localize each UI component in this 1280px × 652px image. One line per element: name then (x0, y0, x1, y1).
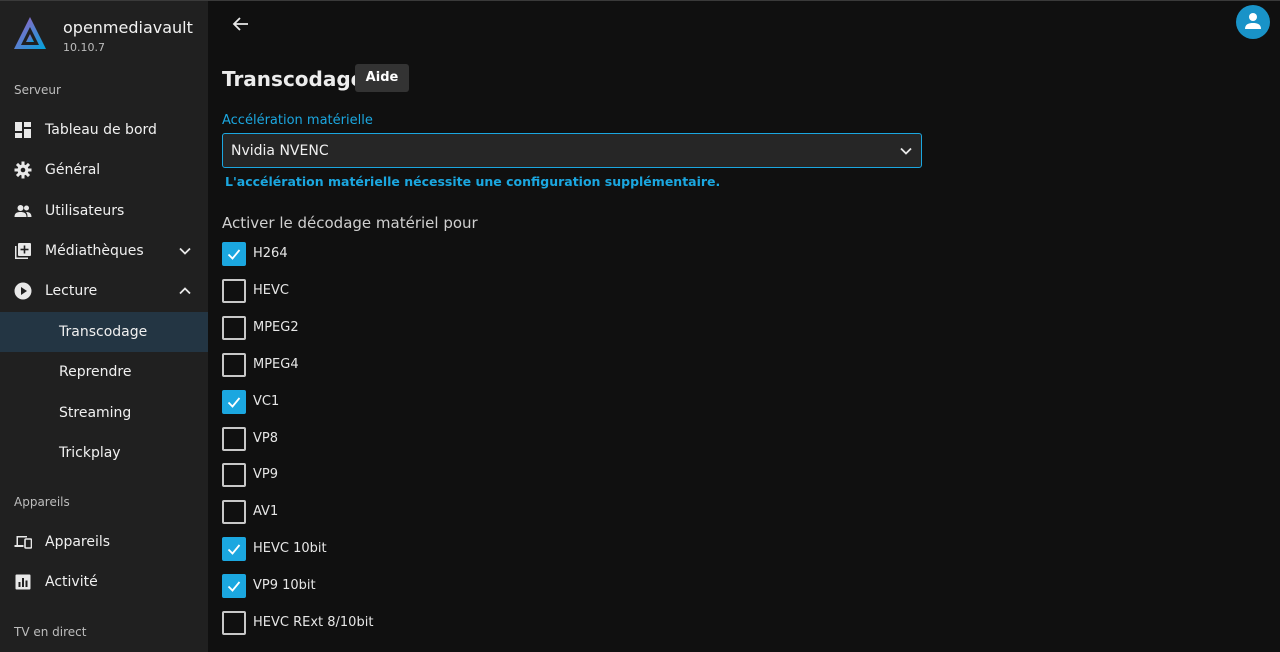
hw-accel-label: Accélération matérielle (222, 113, 373, 128)
checkbox-unchecked[interactable] (222, 315, 246, 340)
dashboard-icon (15, 122, 31, 138)
codec-label: HEVC (253, 282, 289, 298)
sidebar-item-libraries[interactable]: Médiathèques (0, 231, 208, 271)
page-title: Transcodage (222, 67, 365, 91)
codec-label: HEVC RExt 8/10bit (253, 615, 374, 630)
play-circle-icon (14, 282, 32, 300)
devices-icon (14, 536, 32, 549)
main-content: Transcodage Aide Accélération matérielle… (208, 0, 1280, 652)
codec-label: MPEG2 (253, 319, 299, 335)
codec-label: HEVC 10bit (253, 541, 327, 557)
checkbox-unchecked[interactable] (222, 426, 246, 451)
activity-chart-icon (15, 574, 31, 590)
checkbox-unchecked[interactable] (222, 463, 246, 488)
checkbox-unchecked[interactable] (222, 278, 246, 303)
codec-checkbox-row[interactable]: VP9 10bit (222, 574, 522, 599)
codec-label: H264 (253, 246, 288, 261)
checkbox-unchecked[interactable] (222, 611, 246, 635)
sidebar-item-playback[interactable]: Lecture (0, 271, 208, 311)
check-icon (227, 249, 241, 260)
checkbox-checked[interactable] (222, 574, 246, 599)
checkbox-checked[interactable] (222, 242, 246, 266)
user-avatar-button[interactable] (1236, 5, 1270, 39)
sidebar-item-label: Activité (45, 574, 98, 590)
app: openmediavault 10.10.7 Serveur Tableau d… (0, 0, 1280, 652)
codec-checkbox-row[interactable]: VP9 (222, 463, 522, 488)
sidebar-item-dashboard[interactable]: Tableau de bord (0, 110, 208, 150)
sidebar-item-resume[interactable]: Reprendre (0, 352, 208, 392)
sidebar-item-label: Lecture (45, 283, 98, 299)
sidebar-item-label: Streaming (59, 405, 132, 421)
sidebar-item-label: Utilisateurs (45, 203, 125, 219)
section-serveur: Serveur (14, 83, 61, 97)
chevron-down-icon (900, 147, 912, 155)
sidebar-item-label: Tableau de bord (45, 122, 157, 138)
sidebar-item-transcoding[interactable]: Transcodage (0, 312, 208, 352)
sidebar-item-label: Transcodage (59, 324, 148, 340)
codec-checkbox-row[interactable]: HEVC (222, 278, 522, 303)
sidebar-item-label: Reprendre (59, 364, 132, 380)
sidebar-item-users[interactable]: Utilisateurs (0, 191, 208, 231)
codec-label: MPEG4 (253, 356, 299, 372)
check-icon (227, 544, 241, 556)
codec-label: VC1 (253, 393, 280, 409)
app-version: 10.10.7 (63, 41, 105, 54)
sidebar-item-label: Médiathèques (45, 243, 144, 259)
help-button[interactable]: Aide (355, 64, 409, 92)
decode-group-title: Activer le décodage matériel pour (222, 214, 478, 232)
section-tv-en-direct: TV en direct (14, 625, 87, 639)
sidebar-item-trickplay[interactable]: Trickplay (0, 433, 208, 473)
sidebar-item-streaming[interactable]: Streaming (0, 393, 208, 433)
sidebar-item-general[interactable]: Général (0, 150, 208, 190)
codec-checkbox-row[interactable]: VP8 (222, 426, 522, 451)
hw-accel-select[interactable]: Nvidia NVENC (222, 133, 922, 168)
arrow-left-icon[interactable] (230, 13, 252, 35)
codec-checkbox-row[interactable]: HEVC 10bit (222, 537, 522, 562)
chevron-down-icon (179, 247, 191, 255)
app-name: openmediavault (63, 18, 193, 37)
codec-label: VP9 (253, 467, 279, 483)
codec-checkbox-row[interactable]: AV1 (222, 500, 522, 525)
check-icon (227, 581, 241, 592)
codec-checkbox-row[interactable]: H264 (222, 242, 522, 266)
checkbox-unchecked[interactable] (222, 500, 246, 525)
section-appareils: Appareils (14, 495, 70, 509)
hw-accel-note: L'accélération matérielle nécessite une … (225, 174, 721, 189)
codec-label: VP8 (253, 430, 279, 446)
checkbox-checked[interactable] (222, 537, 246, 562)
sidebar-item-label: Trickplay (59, 445, 121, 461)
checkbox-unchecked[interactable] (222, 352, 246, 377)
codec-checkbox-row[interactable]: MPEG4 (222, 352, 522, 377)
sidebar-item-activity[interactable]: Activité (0, 562, 208, 602)
checkbox-checked[interactable] (222, 389, 246, 414)
codec-checkbox-row[interactable]: HEVC RExt 8/10bit (222, 611, 522, 635)
hw-accel-value: Nvidia NVENC (231, 143, 329, 159)
brand[interactable]: openmediavault 10.10.7 (0, 1, 208, 71)
sidebar-item-label: Appareils (45, 534, 111, 550)
codec-checkbox-row[interactable]: VC1 (222, 389, 522, 414)
sidebar-item-label: Général (45, 162, 101, 178)
sidebar-item-devices[interactable]: Appareils (0, 522, 208, 562)
gear-icon (14, 161, 32, 179)
library-add-icon (15, 243, 31, 259)
user-icon (1245, 13, 1261, 29)
users-icon (14, 205, 32, 217)
chevron-up-icon (179, 287, 191, 295)
check-icon (227, 397, 241, 408)
sidebar: openmediavault 10.10.7 Serveur Tableau d… (0, 0, 208, 652)
codec-checkbox-row[interactable]: MPEG2 (222, 315, 522, 340)
jellyfin-logo-icon (14, 17, 46, 49)
codec-label: VP9 10bit (253, 578, 316, 594)
codec-label: AV1 (253, 504, 279, 520)
